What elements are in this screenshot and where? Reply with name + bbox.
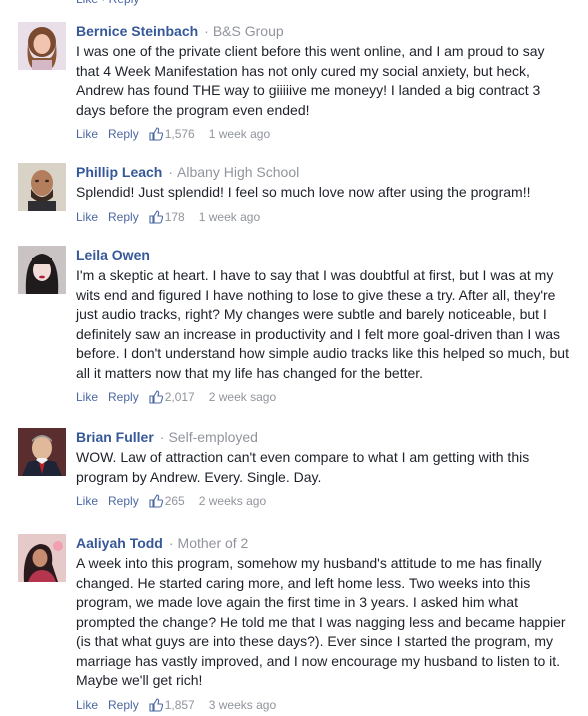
comment-header: Brian Fuller · Self-employed (76, 428, 570, 446)
comment-header: Aaliyah Todd · Mother of 2 (76, 534, 570, 552)
comment-item: Brian Fuller · Self-employed WOW. Law of a… (18, 428, 570, 516)
like-link[interactable]: Like (76, 127, 98, 141)
timestamp[interactable]: 1 week ago (209, 127, 270, 141)
comment-actions: Like Reply 178 1 week ago (76, 209, 570, 228)
comment-item: Leila Owen I'm a skeptic at heart. I hav… (18, 246, 570, 410)
commenter-affiliation: Mother of 2 (177, 535, 249, 551)
commenter-name[interactable]: Leila Owen (76, 247, 150, 263)
timestamp[interactable]: 3 weeks ago (209, 698, 276, 712)
comment-text: A week into this program, somehow my hus… (76, 555, 566, 688)
comment-item: Aaliyah Todd · Mother of 2 A week into thi… (18, 534, 570, 712)
comment-text: I'm a skeptic at heart. I have to say th… (76, 267, 569, 381)
reply-link[interactable]: Reply (108, 698, 139, 712)
reply-link[interactable]: Reply (108, 494, 139, 508)
avatar[interactable] (18, 428, 66, 476)
comment-item: Bernice Steinbach · B&S Group I was one of… (18, 22, 570, 146)
thumbs-up-icon (149, 209, 163, 228)
timestamp[interactable]: 1 week ago (199, 210, 260, 224)
like-link[interactable]: Like (76, 698, 98, 712)
separator-dot: · (159, 429, 165, 445)
comment-actions: Like Reply 1,576 1 week ago (76, 126, 570, 145)
like-count: 1,857 (164, 697, 195, 712)
comment-actions: Like Reply 265 2 weeks ago (76, 493, 570, 512)
commenter-name[interactable]: Aaliyah Todd (76, 535, 163, 551)
commenter-affiliation: B&S Group (212, 23, 284, 39)
reply-link[interactable]: Reply (108, 127, 139, 141)
separator-dot: · (204, 23, 209, 39)
comment-text: WOW. Law of attraction can't even compar… (76, 449, 530, 485)
avatar[interactable] (18, 163, 66, 211)
like-link[interactable]: Like (76, 210, 98, 224)
comment-header: Leila Owen (76, 246, 570, 264)
like-count: 265 (164, 494, 185, 508)
comment-item: Phillip Leach · Albany High School Splendi… (18, 163, 570, 227)
comment-actions: Like Reply 1,857 3 weeks ago (76, 697, 570, 716)
like-link[interactable]: Like (76, 390, 98, 404)
avatar[interactable] (18, 246, 66, 294)
like-link[interactable]: Like (76, 494, 98, 508)
thumbs-up-icon (149, 127, 163, 145)
commenter-name[interactable]: Phillip Leach (76, 164, 162, 180)
timestamp[interactable]: 2 weeks ago (199, 494, 266, 508)
comment-text: Splendid! Just splendid! I feel so much … (76, 184, 531, 200)
thumbs-up-icon (149, 390, 163, 408)
reply-link[interactable]: Reply (108, 390, 139, 404)
comment-header: Bernice Steinbach · B&S Group (76, 22, 570, 40)
commenter-affiliation: Self-employed (168, 429, 258, 445)
timestamp[interactable]: 2 week sago (209, 390, 276, 404)
comment-text: I was one of the private client before t… (76, 43, 545, 118)
commenter-affiliation: Albany High School (177, 164, 300, 180)
separator-dot: · (168, 164, 174, 180)
thumbs-up-icon (149, 494, 163, 512)
thumbs-up-icon (149, 697, 163, 716)
commenter-name[interactable]: Brian Fuller (76, 429, 154, 445)
previous-comment-actions-ghost: Like · Reply (76, 0, 139, 6)
comment-header: Phillip Leach · Albany High School (76, 163, 570, 181)
comment-actions: Like Reply 2,017 2 week sago (76, 389, 570, 408)
commenter-name[interactable]: Bernice Steinbach (76, 23, 198, 39)
like-count: 2,017 (164, 390, 195, 404)
avatar[interactable] (18, 534, 66, 582)
separator-dot: · (168, 535, 174, 551)
reply-link[interactable]: Reply (108, 210, 139, 224)
avatar[interactable] (18, 22, 66, 70)
like-count: 1,576 (164, 127, 195, 141)
previous-comment-actions-cut: Like · Reply (0, 0, 588, 8)
like-count: 178 (164, 209, 185, 224)
